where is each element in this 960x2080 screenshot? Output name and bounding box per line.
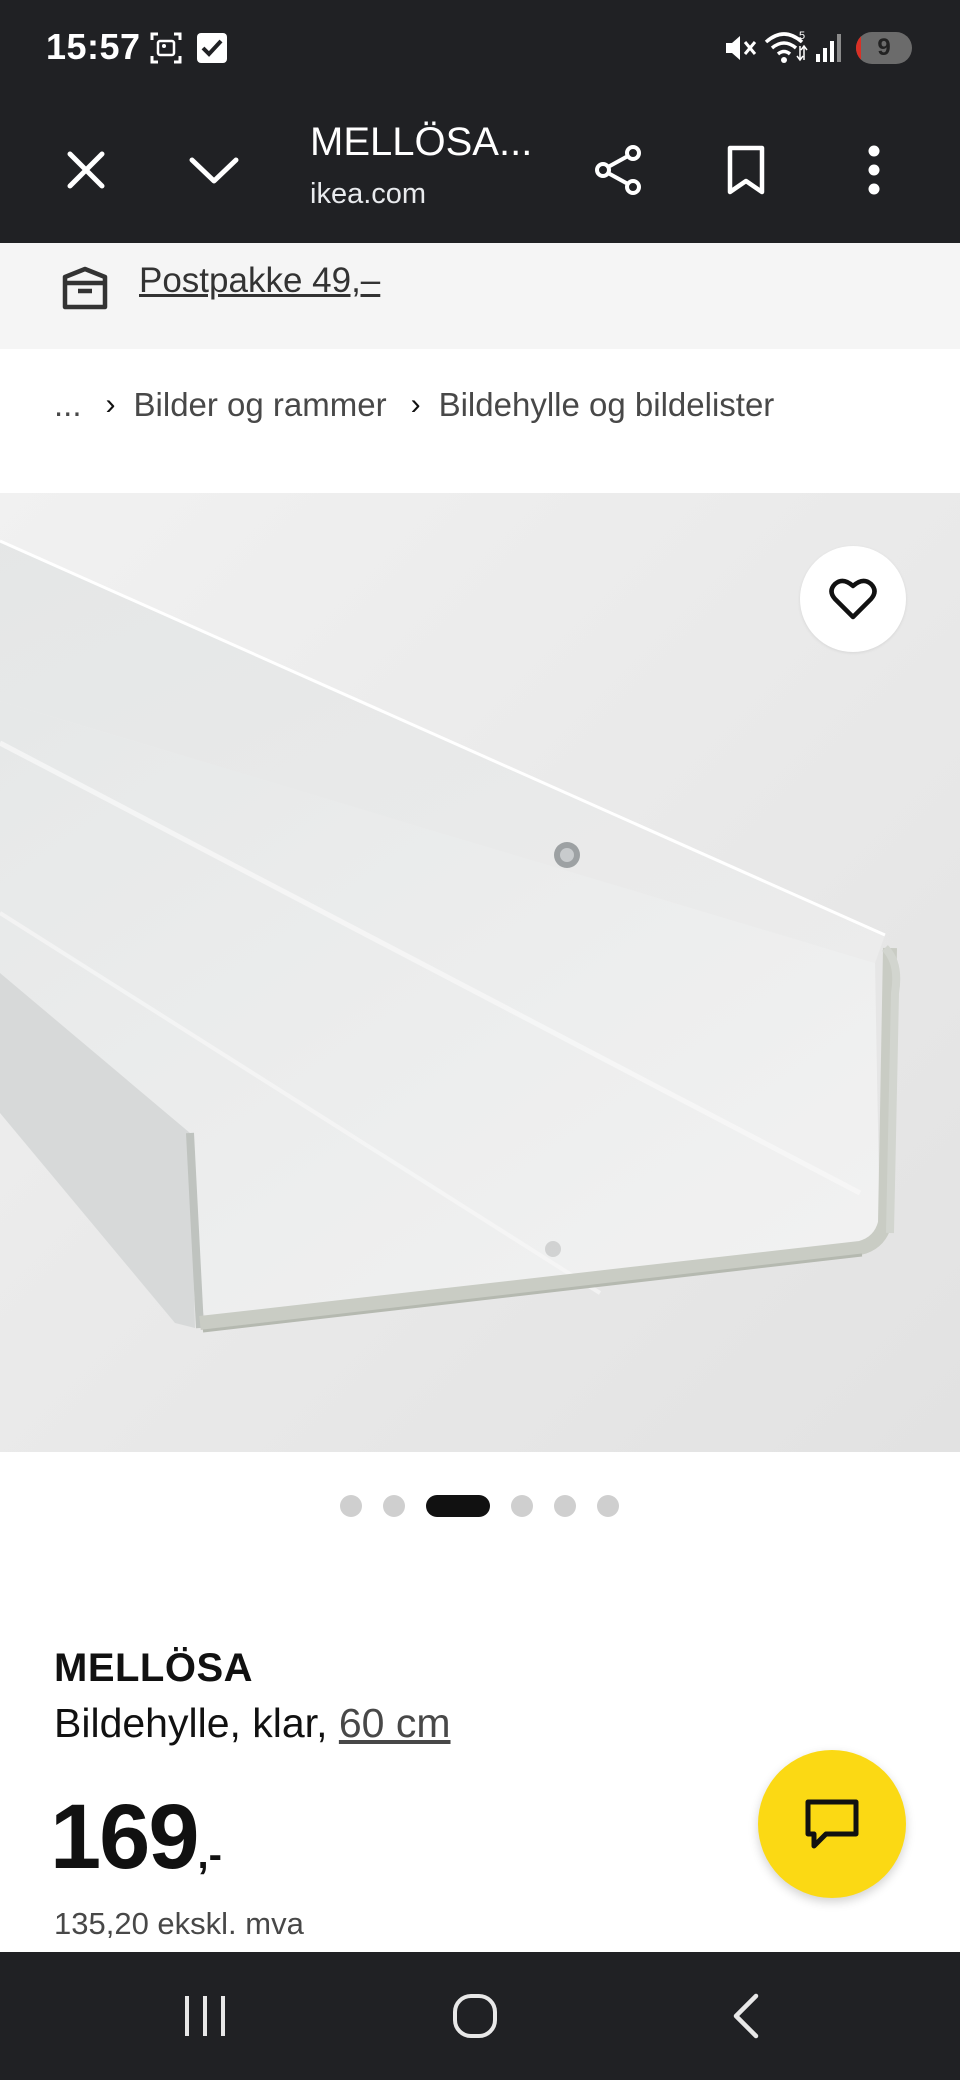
price-integer: 169 — [50, 1786, 199, 1888]
bookmark-icon — [727, 145, 765, 195]
system-nav-bar — [0, 1952, 960, 2080]
favorite-button[interactable] — [800, 546, 906, 652]
price-ex-vat: 135,20 ekskl. mva — [54, 1906, 304, 1941]
breadcrumb-item[interactable]: Bilder og rammer — [134, 386, 387, 424]
close-icon — [67, 151, 105, 189]
chevron-right-icon: › — [410, 388, 421, 421]
wifi-icon: 5 — [764, 30, 808, 63]
back-icon — [733, 1993, 759, 2039]
signal-icon — [816, 34, 841, 62]
product-name: MELLÖSA — [54, 1646, 254, 1690]
product-description: Bildehylle, klar, 60 cm — [54, 1700, 451, 1747]
gallery-dot[interactable] — [597, 1495, 619, 1517]
mute-icon — [726, 36, 757, 60]
shipping-banner: Postpakke 49,– — [0, 243, 960, 349]
gallery-dot-active[interactable] — [426, 1495, 490, 1517]
checkbox-notification-icon — [197, 33, 227, 63]
minimize-button[interactable] — [174, 130, 254, 210]
shipping-link[interactable]: Postpakke 49,– — [139, 261, 380, 301]
status-bar: 15:57 5 9 — [0, 0, 960, 100]
recent-apps-icon — [185, 1996, 225, 2036]
price-suffix: ,- — [197, 1833, 222, 1877]
browser-toolbar: MELLÖSA... ikea.com — [0, 100, 960, 243]
parcel-icon — [62, 266, 108, 310]
battery-level: 9 — [877, 34, 891, 61]
svg-text:5: 5 — [799, 30, 805, 42]
chevron-right-icon: › — [105, 388, 116, 421]
gallery-pagination — [340, 1494, 640, 1518]
product-description-text: Bildehylle, klar, — [54, 1700, 328, 1746]
close-button[interactable] — [46, 130, 126, 210]
page-host: ikea.com — [310, 178, 427, 210]
back-button[interactable] — [700, 1976, 790, 2056]
chevron-down-icon — [189, 157, 239, 184]
chat-icon — [805, 1799, 859, 1849]
breadcrumb: ... › Bilder og rammer › Bildehylle og b… — [54, 380, 774, 430]
product-size-link[interactable]: 60 cm — [339, 1700, 451, 1746]
breadcrumb-item[interactable]: Bildehylle og bildelister — [439, 386, 775, 424]
battery-icon: 9 — [856, 32, 912, 64]
chat-button[interactable] — [758, 1750, 906, 1898]
gallery-dot[interactable] — [383, 1495, 405, 1517]
gallery-dot[interactable] — [340, 1495, 362, 1517]
gallery-dot[interactable] — [511, 1495, 533, 1517]
share-icon — [595, 145, 641, 195]
more-vert-icon — [868, 145, 880, 195]
share-button[interactable] — [578, 130, 658, 210]
bookmark-button[interactable] — [706, 130, 786, 210]
screenshot-icon — [150, 32, 182, 64]
more-options-button[interactable] — [834, 130, 914, 210]
home-button[interactable] — [430, 1976, 520, 2056]
breadcrumb-ellipsis[interactable]: ... — [54, 386, 82, 424]
heart-icon — [829, 578, 877, 620]
recent-apps-button[interactable] — [160, 1976, 250, 2056]
gallery-dot[interactable] — [554, 1495, 576, 1517]
home-icon — [453, 1994, 497, 2038]
page-title: MELLÖSA... — [310, 120, 533, 164]
status-time: 15:57 — [46, 26, 141, 67]
product-price: 169,- — [50, 1785, 222, 1890]
